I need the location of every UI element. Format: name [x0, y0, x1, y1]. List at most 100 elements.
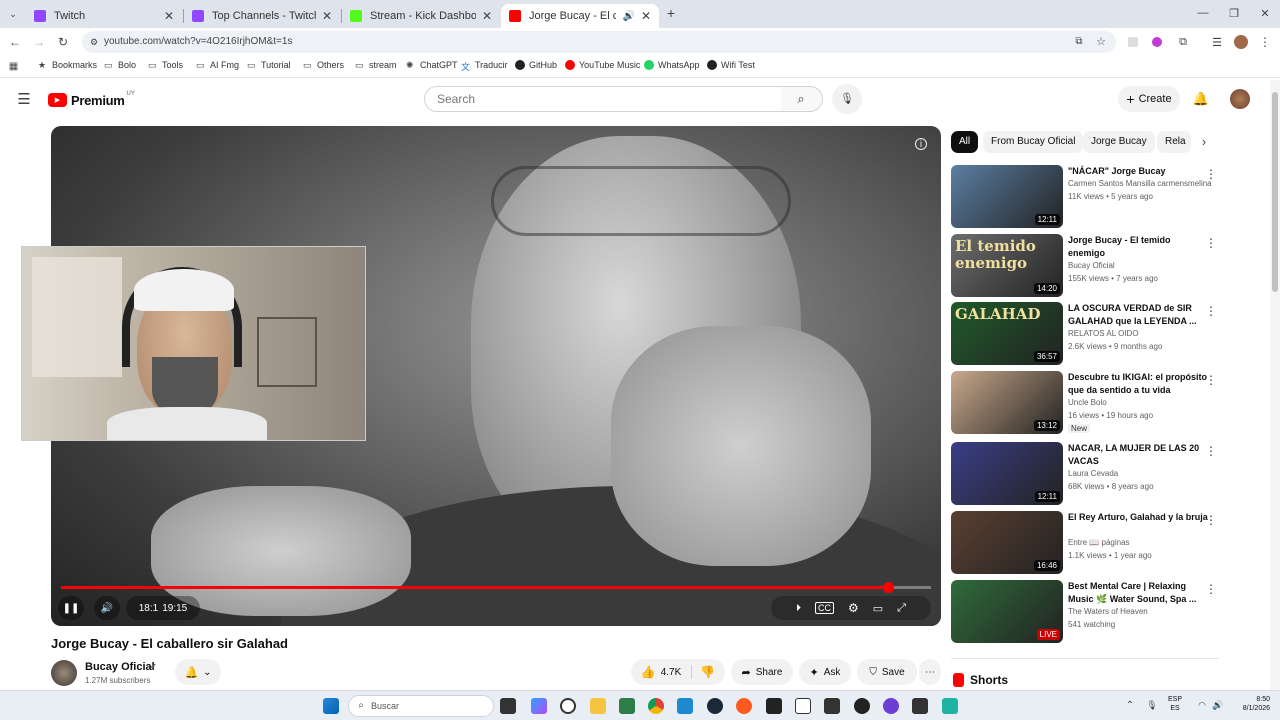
restore-icon[interactable]: ❐ — [1227, 6, 1241, 20]
extension-icon[interactable] — [1128, 37, 1138, 47]
page-scrollbar[interactable] — [1270, 80, 1280, 690]
search-button[interactable]: ⌕ — [781, 86, 823, 112]
extensions-puzzle-icon[interactable]: ⧉ — [1176, 35, 1190, 49]
tray-chevron-up-icon[interactable]: ⌃ — [1124, 699, 1136, 711]
bookmark-chatgpt[interactable]: ✺ ChatGPT — [406, 60, 458, 70]
taskbar-search-input[interactable]: ⌕ Buscar — [348, 695, 494, 717]
wifi-icon[interactable]: ◠ — [1196, 699, 1208, 711]
tab-twitch[interactable]: Twitch ✕ — [26, 4, 182, 28]
ask-button[interactable]: ✦ Ask — [799, 659, 851, 685]
bookmark-folder-ai-fmg[interactable]: ▭ AI Fmg — [196, 60, 239, 70]
save-button[interactable]: ⛉ Save — [857, 659, 917, 685]
recommendation-title[interactable]: LA OSCURA VERDAD de SIR GALAHAD que la L… — [1068, 302, 1208, 328]
clock[interactable]: 8:50 8/1/2026 — [1226, 695, 1270, 713]
close-icon[interactable]: ✕ — [322, 9, 332, 23]
speaker-icon[interactable]: 🔊 — [622, 11, 634, 22]
more-options-icon[interactable]: ⋮ — [1205, 373, 1217, 387]
hamburger-menu-icon[interactable]: ☰ — [16, 91, 32, 108]
chevron-right-icon[interactable]: › — [1197, 134, 1211, 149]
recommendation-channel[interactable]: Bucay Oficial — [1068, 261, 1218, 270]
calculator-icon[interactable] — [619, 698, 635, 714]
video-thumbnail[interactable]: GALAHAD 36:57 — [951, 302, 1063, 365]
bookmark-folder-tutorial[interactable]: ▭ Tutorial — [247, 60, 291, 70]
search-input[interactable]: Search — [424, 86, 782, 112]
bookmark-folder-bolo[interactable]: ▭ Bolo — [104, 60, 136, 70]
recommendation-title[interactable]: Best Mental Care | Relaxing Music 🌿 Wate… — [1068, 580, 1208, 606]
site-info-icon[interactable]: ⚙ — [88, 36, 100, 48]
reload-icon[interactable]: ↻ — [56, 35, 70, 49]
video-thumbnail[interactable]: El temido enemigo 14:20 — [951, 234, 1063, 297]
youtube-premium-logo[interactable]: ▶ Premium UY — [48, 91, 135, 109]
recommendation-channel[interactable]: Uncle Bolo — [1068, 398, 1218, 407]
bookmark-star-icon[interactable]: ☆ — [1094, 35, 1108, 49]
vscode-icon[interactable] — [677, 698, 693, 714]
more-options-icon[interactable]: ⋮ — [1205, 304, 1217, 318]
recommendation-item[interactable]: 16:46 El Rey Arturo, Galahad y la bruja En… — [951, 511, 1221, 575]
subscribe-bell-button[interactable]: 🔔 ⌄ — [175, 659, 221, 685]
windows-start-icon[interactable] — [323, 698, 339, 714]
chip-related[interactable]: Rela — [1157, 131, 1191, 153]
like-button[interactable]: 👍 4.7K — [641, 665, 682, 679]
more-options-icon[interactable]: ⋮ — [1205, 444, 1217, 458]
recommendation-title[interactable]: El Rey Arturo, Galahad y la bruja — [1068, 511, 1208, 524]
terminal-icon[interactable] — [766, 698, 782, 714]
recommendation-title[interactable]: "NÁCAR" Jorge Bucay — [1068, 165, 1208, 178]
install-app-icon[interactable]: ⧉ — [1072, 35, 1086, 49]
address-bar[interactable]: ⚙ youtube.com/watch?v=4O216IrjhOM&t=1s ⧉… — [82, 31, 1116, 53]
language-indicator[interactable]: ESP ES — [1168, 695, 1182, 713]
subtitles-icon[interactable]: CC — [815, 602, 834, 614]
channel-avatar[interactable] — [51, 660, 77, 686]
brave-icon[interactable] — [736, 698, 752, 714]
tab-kick-dashboard[interactable]: Stream - Kick Dashboard ✕ — [342, 4, 500, 28]
share-button[interactable]: ➦ Share — [731, 659, 793, 685]
chip-all[interactable]: All — [951, 131, 979, 153]
info-icon[interactable]: i — [915, 138, 927, 150]
video-thumbnail[interactable]: 12:11 — [951, 442, 1063, 505]
app-icon[interactable] — [912, 698, 928, 714]
file-explorer-icon[interactable] — [590, 698, 606, 714]
tab-youtube-active[interactable]: Jorge Bucay - El caballero s 🔊 ✕ — [501, 4, 659, 28]
settings-gear-icon[interactable]: ⚙ — [848, 601, 859, 615]
pause-button[interactable]: ❚❚ — [58, 596, 84, 620]
recommendation-channel[interactable]: Laura Cevada — [1068, 469, 1218, 478]
speaker-icon[interactable]: 🔊 — [1212, 699, 1224, 711]
obs-icon[interactable] — [854, 698, 870, 714]
close-window-icon[interactable]: ✕ — [1258, 6, 1272, 20]
tab-top-channels[interactable]: Top Channels - Twitch ✕ — [184, 4, 340, 28]
close-icon[interactable]: ✕ — [164, 9, 174, 23]
bookmark-youtube-music[interactable]: YouTube Music — [565, 60, 640, 70]
recommendation-channel[interactable]: RELATOS AL OIDO — [1068, 329, 1218, 338]
dislike-button[interactable]: 👎 — [691, 665, 715, 679]
autoplay-toggle-icon[interactable]: ⏵ — [796, 603, 801, 614]
more-actions-button[interactable]: ⋯ — [919, 659, 941, 685]
channel-name[interactable]: Bucay Oficial — [85, 661, 155, 673]
recommendation-title[interactable]: Descubre tu IKIGAI: el propósito que da … — [1068, 371, 1208, 397]
more-options-icon[interactable]: ⋮ — [1205, 513, 1217, 527]
forward-icon[interactable]: → — [32, 35, 46, 49]
chrome-icon[interactable] — [648, 698, 664, 714]
recommendation-title[interactable]: Jorge Bucay - El temido enemigo — [1068, 234, 1208, 260]
scrollbar-thumb[interactable] — [1272, 92, 1278, 292]
app-icon[interactable] — [824, 698, 840, 714]
recommendation-item[interactable]: 12:11 NACAR, LA MUJER DE LAS 20 VACAS Laur… — [951, 442, 1221, 506]
user-avatar[interactable] — [1230, 89, 1250, 109]
recommendation-item[interactable]: 13:12 Descubre tu IKIGAI: el propósito qu… — [951, 371, 1221, 435]
menu-dots-icon[interactable]: ⋮ — [1259, 35, 1271, 49]
reading-list-icon[interactable]: ☰ — [1210, 35, 1224, 49]
back-icon[interactable]: ← — [8, 35, 22, 49]
more-options-icon[interactable]: ⋮ — [1205, 236, 1217, 250]
bookmark-traducir[interactable]: 文 Traducir — [461, 60, 508, 72]
progress-bar[interactable] — [61, 582, 931, 593]
bookmark-whatsapp[interactable]: WhatsApp — [644, 60, 700, 70]
profile-avatar[interactable] — [1234, 35, 1248, 49]
steam-icon[interactable] — [707, 698, 723, 714]
bookmark-bookmarks[interactable]: ★ Bookmarks — [38, 60, 97, 70]
apps-grid-icon[interactable]: ▦ — [8, 61, 19, 72]
chip-from-channel[interactable]: From Bucay Oficial — [983, 131, 1084, 153]
create-button[interactable]: + Create — [1118, 86, 1180, 112]
recommendation-title[interactable]: NACAR, LA MUJER DE LAS 20 VACAS — [1068, 442, 1208, 468]
fullscreen-icon[interactable]: ⤢ — [897, 602, 906, 615]
recommendation-item[interactable]: LIVE Best Mental Care | Relaxing Music 🌿 … — [951, 580, 1221, 644]
app-icon[interactable] — [942, 698, 958, 714]
bookmark-folder-tools[interactable]: ▭ Tools — [148, 60, 183, 70]
